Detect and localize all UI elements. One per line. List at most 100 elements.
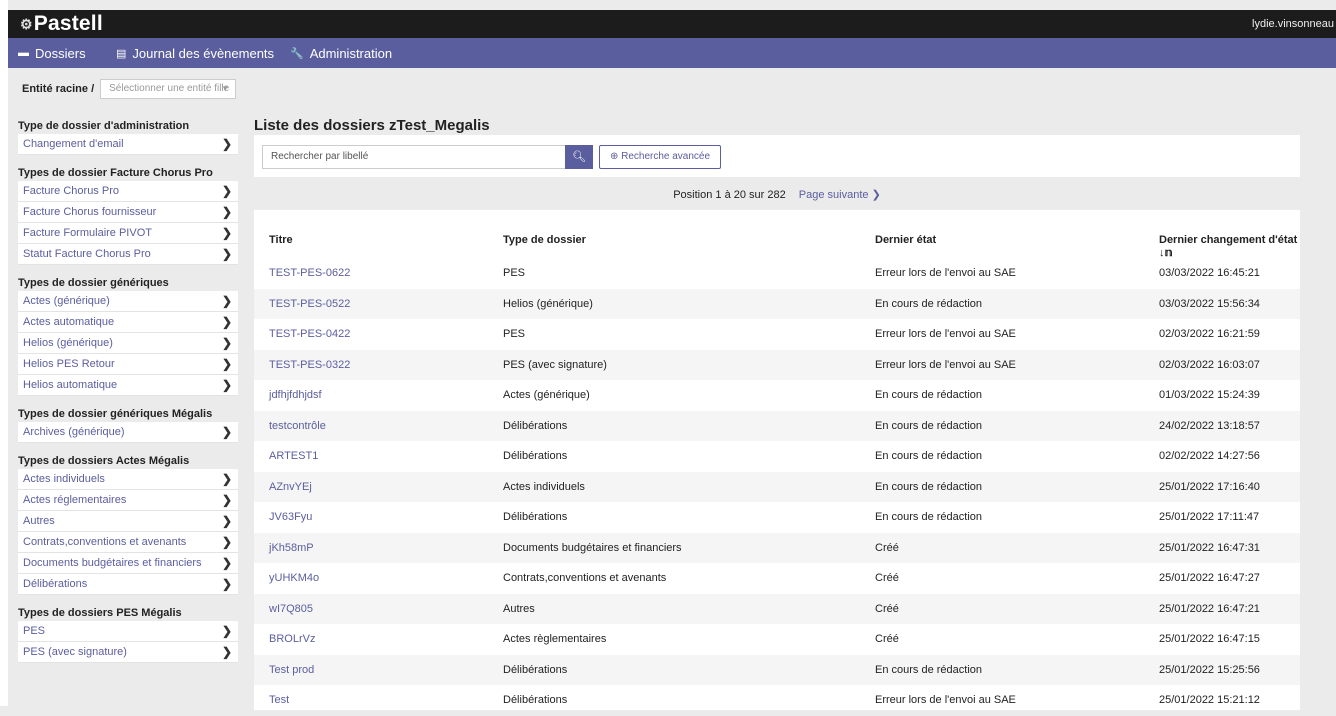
- sidebar-item[interactable]: Autres ❯: [18, 511, 238, 532]
- cell-type: Délibérations: [503, 694, 568, 706]
- cell-date: 25/01/2022 16:47:21: [1159, 602, 1260, 615]
- cell-date: 24/02/2022 13:18:57: [1159, 419, 1260, 432]
- sidebar-item[interactable]: Délibérations ❯: [18, 574, 238, 595]
- nav-administration-label: Administration: [309, 45, 393, 61]
- chevron-right-icon: ❯: [221, 357, 232, 371]
- cell-titre[interactable]: TEST-PES-0422: [269, 319, 350, 350]
- sidebar-group-title: Types de dossier Facture Chorus Pro: [18, 167, 213, 179]
- entity-select[interactable]: Sélectionner une entité fille ▼: [100, 79, 237, 99]
- table-row[interactable]: wI7Q805 Autres Créé 25/01/2022 16:47:21: [254, 593, 1300, 625]
- cell-titre[interactable]: BROLrVz: [269, 624, 315, 655]
- cell-etat: Erreur lors de l'envoi au SAE: [875, 694, 1016, 706]
- cell-type: Autres: [503, 602, 535, 615]
- table-row[interactable]: TEST-PES-0422 PES Erreur lors de l'envoi a…: [254, 319, 1300, 350]
- cell-date: 25/01/2022 16:47:15: [1159, 633, 1260, 645]
- cell-titre[interactable]: jdfhjfdhjdsf: [269, 380, 322, 411]
- cell-type: Délibérations: [503, 511, 568, 523]
- user-name[interactable]: lydie.vinsonneau: [1252, 10, 1334, 38]
- cell-date: 25/01/2022 16:47:27: [1159, 572, 1260, 584]
- table-row[interactable]: yUHKM4o Contrats,conventions et avenants C…: [254, 563, 1300, 594]
- sidebar-item[interactable]: Statut Facture Chorus Pro ❯: [18, 244, 238, 265]
- entity-bar: Entité racine / Sélectionner une entité …: [22, 78, 237, 100]
- table-row[interactable]: TEST-PES-0522 Helios (générique) En cours …: [254, 288, 1300, 320]
- entity-select-placeholder: Sélectionner une entité fille: [109, 83, 230, 94]
- entity-label: Entité racine /: [22, 83, 95, 95]
- sidebar-item[interactable]: Archives (générique) ❯: [18, 422, 238, 443]
- cell-etat: Créé: [875, 572, 899, 584]
- table-row[interactable]: ARTEST1 Délibérations En cours de rédactio…: [254, 441, 1300, 472]
- cell-titre[interactable]: TEST-PES-0522: [269, 289, 350, 320]
- table-row[interactable]: BROLrVz Actes règlementaires Créé 25/01/202…: [254, 624, 1300, 655]
- sidebar-item[interactable]: Actes (générique) ❯: [18, 291, 238, 312]
- cell-date: 02/03/2022 16:21:59: [1159, 328, 1260, 340]
- advanced-search-button[interactable]: ⊕ Recherche avancée: [599, 145, 721, 169]
- cell-titre[interactable]: testcontrôle: [269, 411, 326, 442]
- cell-titre[interactable]: TEST-PES-0322: [269, 350, 350, 381]
- sidebar-item-label: Documents budgétaires et financiers: [23, 557, 202, 569]
- chevron-right-icon: ❯: [221, 378, 232, 392]
- table-row[interactable]: Test prod Délibérations En cours de rédact…: [254, 654, 1300, 686]
- search-button[interactable]: 🔍︎: [565, 145, 593, 169]
- chevron-right-icon: ❯: [221, 624, 232, 638]
- cell-titre[interactable]: Test: [269, 685, 289, 716]
- table-row[interactable]: AZnvYEj Actes individuels En cours de réda…: [254, 471, 1300, 503]
- chevron-right-icon: ❯: [221, 205, 232, 219]
- nav-administration[interactable]: 🔧 Administration: [290, 38, 392, 68]
- cell-titre[interactable]: jKh58mP: [269, 533, 314, 564]
- nav-journal-label: Journal des évènements: [132, 45, 275, 61]
- search-icon: 🔍︎: [572, 151, 586, 163]
- sidebar-item[interactable]: Helios (générique) ❯: [18, 333, 238, 354]
- sidebar-item[interactable]: Changement d'email ❯: [18, 134, 238, 155]
- sidebar-item-label: Autres: [23, 515, 55, 527]
- header-etat[interactable]: Dernier état: [875, 234, 936, 246]
- cell-type: Documents budgétaires et financiers: [503, 541, 682, 554]
- cell-date: 02/03/2022 16:03:07: [1159, 358, 1260, 371]
- table-row[interactable]: jKh58mP Documents budgétaires et financie…: [254, 532, 1300, 564]
- sidebar-item[interactable]: Documents budgétaires et financiers ❯: [18, 553, 238, 574]
- cell-date: 25/01/2022 16:47:31: [1159, 541, 1260, 554]
- search-input[interactable]: Rechercher par libellé: [262, 145, 566, 169]
- sidebar-item[interactable]: Contrats,conventions et avenants ❯: [18, 532, 238, 553]
- next-page-link[interactable]: Page suivante ❯: [799, 189, 881, 201]
- sidebar-item[interactable]: Facture Chorus fournisseur ❯: [18, 202, 238, 223]
- sidebar-item[interactable]: Helios PES Retour ❯: [18, 354, 238, 375]
- sidebar-item-label: Contrats,conventions et avenants: [23, 536, 187, 548]
- cell-titre[interactable]: yUHKM4o: [269, 563, 319, 594]
- sidebar-item[interactable]: Actes automatique ❯: [18, 312, 238, 333]
- sidebar-item[interactable]: Helios automatique ❯: [18, 375, 238, 396]
- sidebar-item[interactable]: Facture Formulaire PIVOT ❯: [18, 223, 238, 244]
- cell-titre[interactable]: wI7Q805: [269, 594, 313, 625]
- cell-titre[interactable]: TEST-PES-0622: [269, 258, 350, 289]
- cell-etat: Erreur lors de l'envoi au SAE: [875, 267, 1016, 279]
- dossier-table: Titre Type de dossier Dernier état Derni…: [254, 210, 1300, 710]
- header-date[interactable]: Dernier changement d'état ↓𝕟: [1159, 234, 1300, 259]
- table-row[interactable]: jdfhjfdhjdsf Actes (générique) En cours de…: [254, 380, 1300, 411]
- table-row[interactable]: TEST-PES-0622 PES Erreur lors de l'envoi a…: [254, 258, 1300, 289]
- header-type[interactable]: Type de dossier: [503, 234, 586, 246]
- table-row[interactable]: JV63Fyu Délibérations En cours de rédactio…: [254, 502, 1300, 533]
- cell-titre[interactable]: Test prod: [269, 655, 314, 686]
- cell-titre[interactable]: JV63Fyu: [269, 502, 312, 533]
- chevron-right-icon: ❯: [221, 294, 232, 308]
- table-row[interactable]: TEST-PES-0322 PES (avec signature) Erreur …: [254, 349, 1300, 381]
- table-row[interactable]: testcontrôle Délibérations En cours de réd…: [254, 410, 1300, 442]
- cell-type: PES: [503, 267, 526, 279]
- cell-titre[interactable]: ARTEST1: [269, 441, 318, 472]
- cell-date: 25/01/2022 15:21:12: [1159, 694, 1260, 706]
- sidebar-item[interactable]: Actes individuels ❯: [18, 469, 238, 490]
- sidebar-item[interactable]: PES (avec signature) ❯: [18, 642, 238, 663]
- cell-titre[interactable]: AZnvYEj: [269, 472, 312, 503]
- table-row[interactable]: Test Délibérations Erreur lors de l'envoi …: [254, 685, 1300, 716]
- nav-journal[interactable]: ▤ Journal des évènements: [116, 38, 274, 68]
- header-titre[interactable]: Titre: [269, 234, 293, 246]
- pastell-logo[interactable]: ⚙ Pastell: [20, 10, 103, 38]
- cell-etat: Erreur lors de l'envoi au SAE: [875, 358, 1016, 371]
- sidebar-group: Type de dossier d'administration Changeme…: [18, 118, 238, 155]
- sidebar-item[interactable]: Actes réglementaires ❯: [18, 490, 238, 511]
- nav-dossiers[interactable]: ▬ Dossiers: [18, 38, 86, 68]
- sidebar-item[interactable]: Facture Chorus Pro ❯: [18, 181, 238, 202]
- sidebar-item[interactable]: PES ❯: [18, 621, 238, 642]
- nav-dossiers-label: Dossiers: [35, 45, 86, 61]
- sidebar-group-title: Types de dossiers PES Mégalis: [18, 607, 182, 619]
- cell-etat: En cours de rédaction: [875, 419, 983, 432]
